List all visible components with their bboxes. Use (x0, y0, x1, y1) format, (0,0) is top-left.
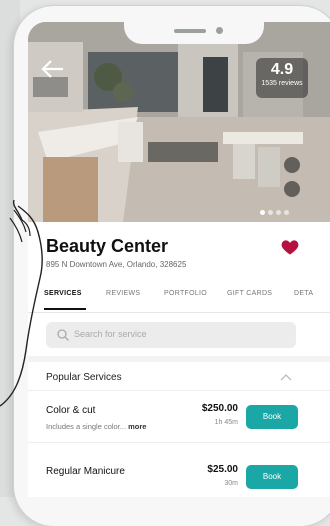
carousel-dot[interactable] (276, 210, 281, 215)
section-divider (28, 356, 330, 362)
heart-icon (281, 240, 299, 255)
tab-portfolio[interactable]: PORTFOLIO (164, 290, 207, 297)
hand-illustration (0, 199, 48, 410)
tab-services[interactable]: SERVICES (44, 290, 82, 297)
service-name: Regular Manicure (46, 466, 125, 477)
business-name: Beauty Center (46, 236, 169, 256)
search-input[interactable]: Search for service (46, 322, 296, 348)
chevron-up-icon (280, 374, 292, 381)
carousel-dot[interactable] (284, 210, 289, 215)
row-divider (28, 442, 330, 443)
photo-side-icons (284, 157, 300, 205)
book-button[interactable]: Book (246, 465, 298, 489)
circle-icon[interactable] (284, 181, 300, 197)
favorite-button[interactable] (280, 237, 300, 257)
carousel-dot[interactable] (260, 210, 265, 215)
collapse-button[interactable] (280, 370, 292, 381)
hero-image: 4.9 1535 reviews (28, 22, 330, 222)
book-button[interactable]: Book (246, 405, 298, 429)
arrow-left-icon (41, 60, 63, 78)
rating-badge[interactable]: 4.9 1535 reviews (256, 58, 308, 98)
tab-details[interactable]: DETA (294, 290, 313, 297)
hand-outline-icon (0, 199, 43, 407)
search-icon (57, 329, 69, 341)
active-tab-indicator (44, 308, 86, 310)
row-divider (28, 390, 330, 391)
carousel-dot[interactable] (268, 210, 273, 215)
section-title: Popular Services (46, 372, 122, 383)
camera-dot (216, 27, 223, 34)
back-button[interactable] (40, 58, 68, 82)
service-price: $250.00 (201, 403, 238, 414)
service-duration: 30m (224, 480, 238, 487)
service-description: Includes a single color... more (46, 422, 146, 431)
tab-reviews[interactable]: REVIEWS (106, 290, 140, 297)
service-desc-text: Includes a single color... (46, 422, 127, 431)
more-link[interactable]: more (128, 422, 146, 431)
carousel-dots[interactable] (260, 202, 292, 215)
service-name: Color & cut (46, 405, 96, 416)
phone-notch (124, 22, 264, 44)
review-count: 1535 reviews (261, 80, 303, 87)
circle-icon[interactable] (284, 157, 300, 173)
app-screen: 4.9 1535 reviews Beauty Center 895 N Dow… (28, 22, 330, 497)
search-placeholder: Search for service (74, 329, 147, 339)
speaker-grille (174, 29, 206, 33)
tab-gift-cards[interactable]: GIFT CARDS (227, 290, 272, 297)
business-address: 895 N Downtown Ave, Orlando, 328625 (46, 260, 187, 269)
service-duration: 1h 45m (214, 419, 238, 426)
rating-score: 4.9 (270, 61, 294, 78)
service-price: $25.00 (207, 464, 238, 475)
